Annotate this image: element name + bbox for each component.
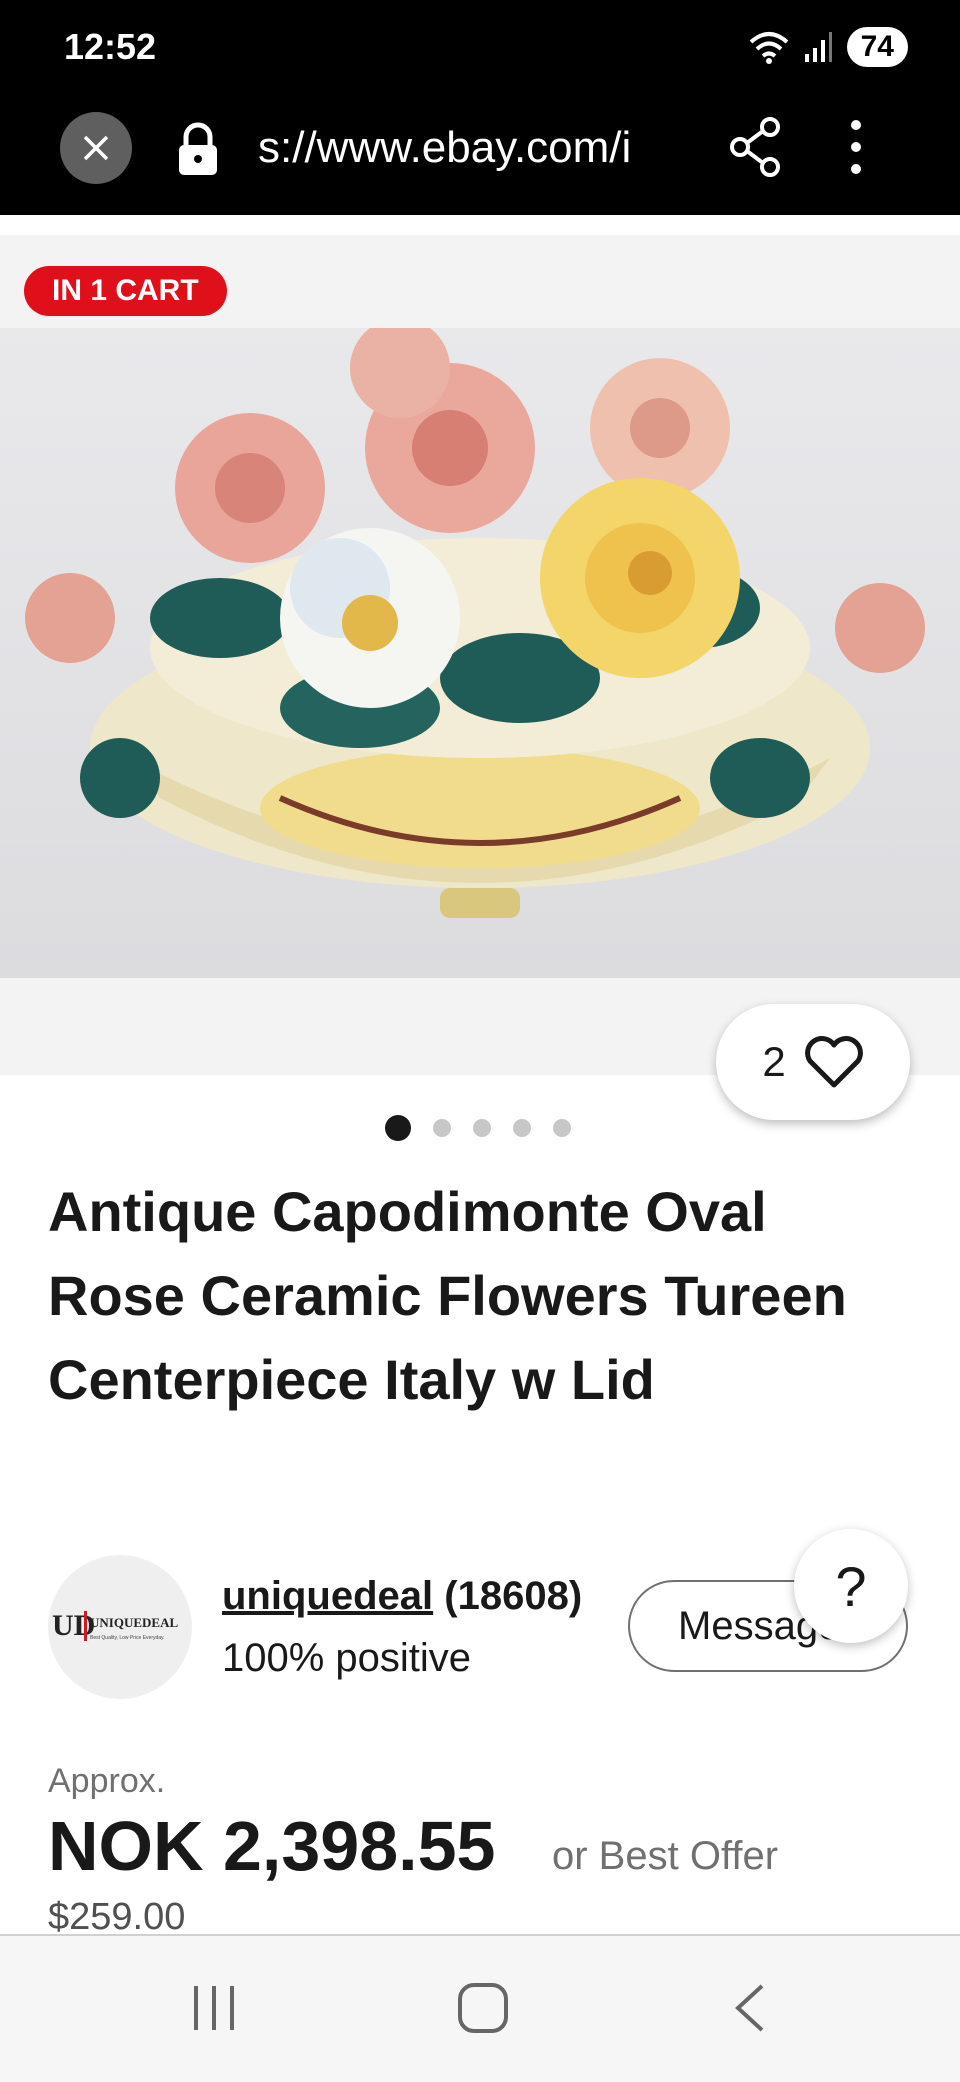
home-icon[interactable] bbox=[455, 1980, 511, 2036]
heart-icon bbox=[804, 1036, 863, 1088]
recent-apps-icon[interactable] bbox=[190, 1980, 240, 2036]
browser-url-bar: s://www.ebay.com/i bbox=[0, 95, 960, 215]
lock-icon bbox=[179, 122, 217, 175]
seller-feedback-count: (18608) bbox=[444, 1574, 583, 1618]
gallery-dot-4[interactable] bbox=[513, 1119, 531, 1137]
in-cart-badge: IN 1 CART bbox=[24, 266, 227, 316]
price-approx-label: Approx. bbox=[48, 1762, 166, 1800]
share-icon[interactable] bbox=[728, 115, 784, 179]
seller-logo: UD UNIQUEDEAL Best Quality, Low Price Ev… bbox=[52, 1609, 178, 1642]
gallery-pagination[interactable] bbox=[385, 1115, 571, 1141]
system-nav-bar bbox=[0, 1934, 960, 2082]
close-icon bbox=[83, 135, 109, 161]
seller-info: uniquedeal (18608) bbox=[222, 1574, 582, 1619]
listing-title: Antique Capodimonte Oval Rose Ceramic Fl… bbox=[48, 1180, 847, 1411]
more-options-icon[interactable] bbox=[846, 115, 866, 179]
seller-positive-rating: 100% positive bbox=[222, 1636, 472, 1680]
signal-icon bbox=[804, 32, 832, 62]
svg-text:UNIQUEDEAL: UNIQUEDEAL bbox=[90, 1615, 178, 1630]
watch-count: 2 bbox=[762, 1038, 786, 1085]
gallery-dot-5[interactable] bbox=[553, 1119, 571, 1137]
price-usd: $259.00 bbox=[48, 1896, 186, 1932]
battery-indicator: 74 bbox=[846, 27, 908, 67]
product-photo bbox=[25, 318, 925, 918]
gallery-dot-2[interactable] bbox=[433, 1119, 451, 1137]
gallery-dot-3[interactable] bbox=[473, 1119, 491, 1137]
status-time: 12:52 bbox=[64, 26, 157, 67]
page-top-gap bbox=[0, 215, 960, 235]
help-button[interactable]: ? bbox=[794, 1529, 908, 1643]
close-tab-button[interactable] bbox=[60, 112, 132, 184]
best-offer-label: or Best Offer bbox=[552, 1834, 779, 1878]
gallery-dot-1[interactable] bbox=[385, 1115, 411, 1141]
wifi-icon bbox=[749, 32, 788, 64]
seller-name-link[interactable]: uniquedeal bbox=[222, 1574, 433, 1618]
price-amount: NOK 2,398.55 bbox=[48, 1807, 496, 1885]
url-text[interactable]: s://www.ebay.com/i bbox=[258, 123, 684, 173]
status-icons: 74 bbox=[749, 24, 908, 70]
product-image[interactable] bbox=[0, 318, 960, 978]
status-bar: 12:52 74 bbox=[0, 0, 960, 95]
svg-text:Best Quality, Low Price Everyd: Best Quality, Low Price Everyday. bbox=[90, 1635, 165, 1641]
seller-avatar[interactable]: UD UNIQUEDEAL Best Quality, Low Price Ev… bbox=[48, 1555, 192, 1699]
back-icon[interactable] bbox=[730, 1980, 770, 2036]
watch-button[interactable]: 2 bbox=[716, 1004, 910, 1120]
svg-text:UD: UD bbox=[52, 1609, 95, 1642]
